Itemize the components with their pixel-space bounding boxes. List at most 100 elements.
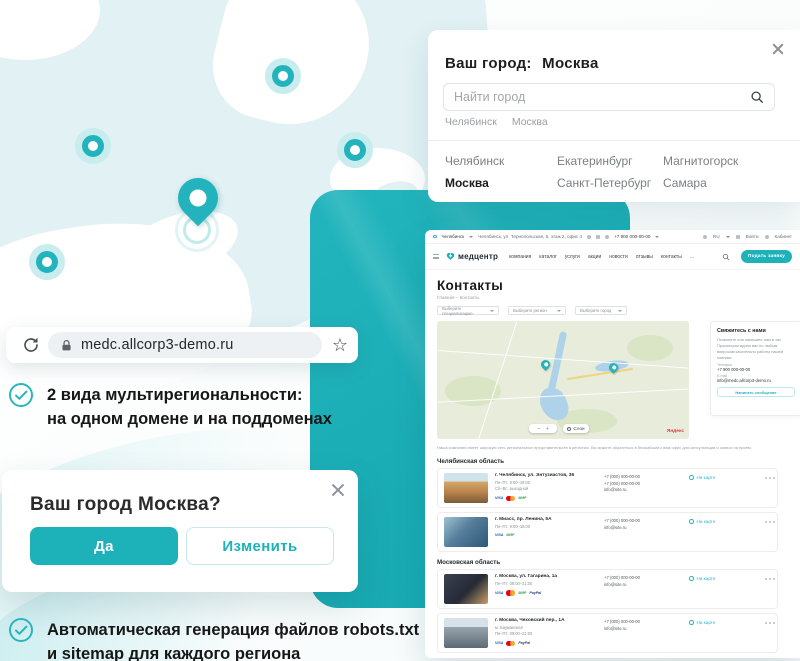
city-chooser-panel: Ваш город: Москва Челябинск Москва Челяб… <box>428 30 800 202</box>
city-option[interactable]: Екатеринбург <box>557 154 663 176</box>
city-panel-title-label: Ваш город: <box>445 55 532 72</box>
yandex-map[interactable]: − + Слои Яндекс <box>437 321 689 439</box>
nav-more[interactable]: ... <box>690 254 694 260</box>
nav-item[interactable]: акции <box>588 254 601 260</box>
city-option[interactable]: Магнитогорск <box>663 154 773 176</box>
recent-city-link[interactable]: Челябинск <box>445 116 497 128</box>
city-search-input[interactable] <box>454 90 750 104</box>
branch-schedule: Сб–Вс: выходной <box>495 486 597 492</box>
on-map-link[interactable]: На карте <box>689 517 737 524</box>
branch-email[interactable]: info@site.ru <box>604 582 682 589</box>
region-select[interactable]: Выберите регион <box>508 306 566 315</box>
divider <box>428 140 800 141</box>
more-icon[interactable] <box>769 477 771 479</box>
paypal-badge: PayPal <box>518 641 530 645</box>
recent-city-link[interactable]: Москва <box>512 116 548 128</box>
more-icon[interactable] <box>769 622 771 624</box>
chevron-down-icon <box>618 310 622 312</box>
site-cta-button[interactable]: Подать заявку <box>741 250 792 263</box>
branch-email[interactable]: info@site.ru <box>604 525 682 532</box>
branch-row: г. Миасс, пр. Ленина, 5А Пн–Пт: 9:00–18:… <box>437 512 778 552</box>
site-city-selector[interactable]: Челябинск <box>442 234 465 239</box>
cabinet-link[interactable]: Кабинет <box>775 234 792 239</box>
social-icon[interactable] <box>587 235 591 239</box>
change-city-button[interactable]: Изменить <box>186 527 334 565</box>
nav-item[interactable]: каталог <box>539 254 557 260</box>
city-search-box <box>443 83 775 111</box>
on-map-link[interactable]: На карте <box>689 473 737 480</box>
branch-phone[interactable]: +7 (000) 000-00-00 <box>604 619 682 626</box>
search-icon[interactable] <box>750 90 764 104</box>
search-icon[interactable] <box>722 253 730 261</box>
payment-badges: VISA МИР <box>495 533 597 537</box>
menu-icon[interactable] <box>433 254 439 259</box>
close-icon[interactable] <box>772 43 784 55</box>
close-icon[interactable] <box>331 483 345 497</box>
zoom-in-button[interactable]: + <box>546 426 549 431</box>
social-icon[interactable] <box>605 235 609 239</box>
breadcrumb-separator: – <box>456 295 459 300</box>
globe-icon <box>703 235 707 239</box>
paypal-badge: PayPal <box>529 591 541 595</box>
more-icon[interactable] <box>769 521 771 523</box>
branch-photo <box>444 574 488 604</box>
nav-item[interactable]: компания <box>509 254 531 260</box>
specialization-select[interactable]: Выберите специализацию <box>437 306 499 315</box>
user-icon <box>765 235 769 239</box>
map-layers-control[interactable]: Слои <box>563 424 589 433</box>
branch-phone[interactable]: +7 (000) 000-00-00 <box>604 575 682 582</box>
city-option[interactable]: Санкт-Петербург <box>557 176 663 198</box>
payment-badges: VISA PayPal <box>495 641 597 647</box>
map-pin-donut <box>337 132 373 168</box>
confirm-city-button[interactable]: Да <box>30 527 178 565</box>
breadcrumb-home[interactable]: Главная <box>437 295 454 300</box>
city-option-selected[interactable]: Москва <box>445 176 557 198</box>
nav-item[interactable]: отзывы <box>636 254 653 260</box>
chevron-down-icon <box>726 236 730 238</box>
city-option[interactable]: Челябинск <box>445 154 557 176</box>
language-selector[interactable]: RU <box>713 234 720 239</box>
mir-badge: МИР <box>518 496 526 500</box>
site-logo[interactable]: медцентр <box>446 252 498 261</box>
lock-icon <box>60 339 73 352</box>
login-link[interactable]: Войти <box>746 234 759 239</box>
map-zoom-controls[interactable]: − + <box>529 424 557 433</box>
pin-icon <box>689 519 694 524</box>
layers-icon <box>567 427 571 431</box>
nav-item[interactable]: контакты <box>661 254 682 260</box>
region-heading: Московская область <box>437 559 800 566</box>
map-pin-branch[interactable] <box>539 358 552 371</box>
feature-bullet-multiregion: 2 вида мультирегиональности: на одном до… <box>8 383 332 431</box>
site-phone[interactable]: +7 900 000-00-00 <box>614 234 650 239</box>
refresh-icon[interactable] <box>22 336 40 354</box>
email-value[interactable]: info@medc.allcorp3-demo.ru <box>717 378 795 383</box>
branch-phone[interactable]: +7 (000) 000-00-00 <box>604 518 682 525</box>
branch-phone[interactable]: +7 (000) 000-00-00 <box>604 481 682 488</box>
url-field[interactable]: medc.allcorp3-demo.ru <box>48 332 322 358</box>
social-icon[interactable] <box>596 235 600 239</box>
more-icon[interactable] <box>769 578 771 580</box>
nav-item[interactable]: услуги <box>565 254 580 260</box>
site-address: Челябинск, ул. Тернопольская, 6, этаж 2,… <box>478 234 582 239</box>
browser-address-bar: medc.allcorp3-demo.ru ☆ <box>6 327 358 363</box>
feature-text-line: 2 вида мультирегиональности: <box>47 383 332 407</box>
branch-phone[interactable]: +7 (000) 000-00-00 <box>604 474 682 481</box>
write-message-button[interactable]: Написать сообщение <box>717 387 795 397</box>
branch-email[interactable]: info@site.ru <box>604 487 682 494</box>
city-option[interactable]: Самара <box>663 176 773 198</box>
branch-email[interactable]: info@site.ru <box>604 626 682 633</box>
city-list: Челябинск Екатеринбург Магнитогорск Моск… <box>445 154 773 198</box>
on-map-link[interactable]: На карте <box>689 574 737 581</box>
branch-photo <box>444 618 488 648</box>
on-map-link[interactable]: На карте <box>689 618 737 625</box>
branch-row: г. Москва, ул. Гагарина, 1а Пн–Пт: 09:00… <box>437 569 778 609</box>
zoom-out-button[interactable]: − <box>537 426 540 431</box>
phone-value[interactable]: +7 900 000-00-00 <box>717 367 795 372</box>
payment-badges: VISA МИР PayPal <box>495 590 597 596</box>
city-select[interactable]: Выберите город <box>575 306 627 315</box>
bookmark-star-icon[interactable]: ☆ <box>332 336 348 354</box>
branch-schedule: Пн–Пт: 9:00–18:00 <box>495 524 597 530</box>
url-text: medc.allcorp3-demo.ru <box>81 337 234 353</box>
nav-item[interactable]: новости <box>609 254 628 260</box>
breadcrumb-current: Контакты <box>460 295 480 300</box>
